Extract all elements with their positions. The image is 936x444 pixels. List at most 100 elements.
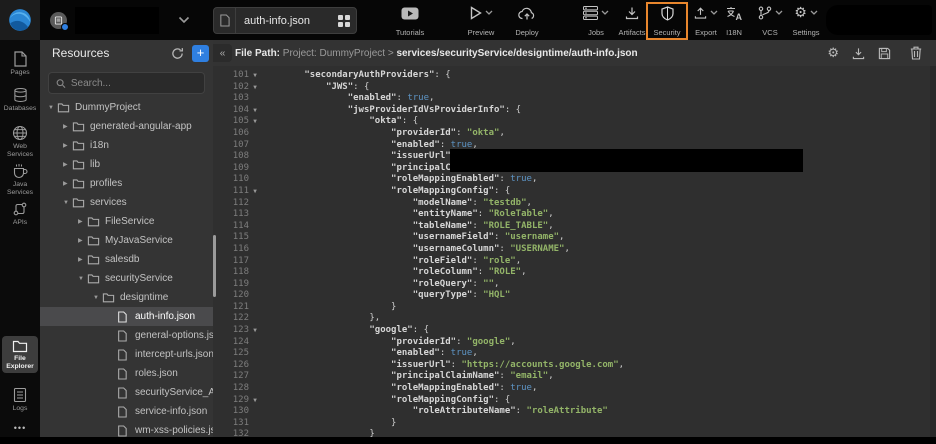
- project-chevron-down-icon[interactable]: [178, 16, 190, 24]
- sidebar-item-file-explorer[interactable]: File Explorer: [2, 336, 38, 373]
- fold-spacer: [249, 371, 261, 383]
- tree-item-FileService[interactable]: ▶ FileService: [40, 212, 213, 231]
- open-file-tab[interactable]: auth-info.json: [213, 7, 357, 34]
- fold-marker[interactable]: ▼: [249, 325, 261, 337]
- caret-right-icon[interactable]: ▶: [63, 142, 72, 149]
- redaction-box: [450, 149, 803, 172]
- tree-item-i18n[interactable]: ▶i18n: [40, 136, 213, 155]
- caret-down-icon[interactable]: ▼: [63, 200, 72, 206]
- code-text: "roleQuery": "",: [261, 279, 499, 291]
- editor-download-button[interactable]: [852, 47, 865, 60]
- add-resource-button[interactable]: +: [192, 45, 209, 62]
- toolbar-i18n-button[interactable]: A I18N: [718, 5, 750, 37]
- sidebar-item-web-services[interactable]: Web Services: [2, 122, 38, 161]
- toolbar-vcs-button[interactable]: VCS: [752, 5, 788, 37]
- tree-item-services[interactable]: ▼services: [40, 193, 213, 212]
- sidebar-more-button[interactable]: •••: [0, 423, 40, 433]
- tree-item-wm-xss-policies.json[interactable]: wm-xss-policies.json: [40, 421, 213, 437]
- file-icon: [117, 425, 130, 437]
- tree-item-securityService[interactable]: ▼securityService: [40, 269, 213, 288]
- toolbar-artifacts-button[interactable]: Artifacts: [612, 5, 652, 37]
- caret-right-icon[interactable]: ▶: [63, 123, 72, 130]
- caret-down-icon[interactable]: ▼: [48, 105, 57, 111]
- editor-save-button[interactable]: [878, 47, 891, 60]
- sidebar-item-databases[interactable]: Databases: [2, 84, 38, 116]
- tree-item-roles.json[interactable]: roles.json: [40, 364, 213, 383]
- fold-spacer: [249, 383, 261, 395]
- tree-item-MyJavaService[interactable]: ▶ MyJavaService: [40, 231, 213, 250]
- search-icon: [56, 78, 66, 89]
- tree-item-securityService_API.json[interactable]: securityService_API.json: [40, 383, 213, 402]
- toolbar-settings-button[interactable]: ⚙ Settings: [786, 5, 826, 37]
- sidebar-item-java-services[interactable]: Java Services: [2, 160, 38, 199]
- apis-icon: [12, 201, 28, 217]
- fold-marker[interactable]: ▼: [249, 116, 261, 128]
- toolbar-deploy-button[interactable]: Deploy: [504, 5, 550, 37]
- line-number: 122: [213, 313, 249, 325]
- folder-icon: [72, 140, 85, 151]
- tree-item-intercept-urls.json[interactable]: intercept-urls.json: [40, 345, 213, 364]
- editor-settings-button[interactable]: ⚙: [827, 46, 839, 61]
- caret-right-icon[interactable]: ▶: [63, 180, 72, 187]
- line-number: 108: [213, 151, 249, 163]
- caret-right-icon[interactable]: ▶: [78, 256, 87, 263]
- tree-item-auth-info.json[interactable]: auth-info.json: [40, 307, 213, 326]
- caret-right-icon[interactable]: ▶: [78, 218, 87, 225]
- caret-down-icon[interactable]: ▼: [93, 295, 102, 301]
- tree-item-service-info.json[interactable]: service-info.json: [40, 402, 213, 421]
- resources-scrollbar-thumb[interactable]: [213, 235, 216, 297]
- fold-spacer: [249, 337, 261, 349]
- tree-item-lib[interactable]: ▶lib: [40, 155, 213, 174]
- folder-icon: [57, 102, 70, 113]
- code-line: 102▼ "JWS": {: [213, 82, 936, 94]
- tree-item-general-options.json[interactable]: general-options.json: [40, 326, 213, 345]
- collapse-panel-button[interactable]: «: [213, 44, 232, 62]
- code-line: 113 "entityName": "RoleTable",: [213, 209, 936, 221]
- fold-marker[interactable]: ▼: [249, 186, 261, 198]
- code-text: "roleAttributeName": "roleAttribute": [261, 406, 608, 418]
- line-number: 118: [213, 267, 249, 279]
- fold-marker[interactable]: ▼: [249, 105, 261, 117]
- folder-icon: [87, 235, 100, 246]
- tree-item-DummyProject[interactable]: ▼DummyProject: [40, 98, 213, 117]
- tree-item-label: FileService: [105, 216, 154, 227]
- fold-marker[interactable]: ▼: [249, 70, 261, 82]
- tree-item-salesdb[interactable]: ▶salesdb: [40, 250, 213, 269]
- search-input[interactable]: [71, 78, 197, 89]
- folder-icon: [72, 121, 85, 132]
- code-text: "roleMappingConfig": {: [261, 186, 510, 198]
- toolbar-tutorials-button[interactable]: Tutorials: [388, 5, 432, 37]
- refresh-icon[interactable]: [168, 47, 186, 60]
- editor-delete-button[interactable]: [910, 46, 922, 60]
- grid-icon[interactable]: [332, 15, 356, 27]
- sidebar-item-apis[interactable]: APIs: [2, 198, 38, 230]
- toolbar-preview-button[interactable]: Preview: [458, 5, 504, 37]
- line-number: 119: [213, 279, 249, 291]
- line-number: 131: [213, 418, 249, 430]
- tree-item-profiles[interactable]: ▶profiles: [40, 174, 213, 193]
- project-avatar[interactable]: [50, 12, 67, 29]
- resources-search[interactable]: [48, 72, 205, 94]
- tree-item-label: MyJavaService: [105, 235, 173, 246]
- caret-right-icon[interactable]: ▶: [63, 161, 72, 168]
- toolbar-jobs-button[interactable]: Jobs: [576, 5, 616, 37]
- sidebar-item-logs[interactable]: Logs: [2, 384, 38, 416]
- tree-item-generated-angular-app[interactable]: ▶generated-angular-app: [40, 117, 213, 136]
- chevron-down-icon: [810, 10, 818, 16]
- fold-marker[interactable]: ▼: [249, 82, 261, 94]
- app-logo[interactable]: [0, 0, 40, 40]
- download-icon: [852, 47, 865, 60]
- sidebar-item-pages[interactable]: Pages: [2, 48, 38, 80]
- fold-spacer: [249, 302, 261, 314]
- editor-scrollbar[interactable]: [930, 66, 936, 437]
- caret-down-icon[interactable]: ▼: [78, 276, 87, 282]
- left-sidebar: Pages Databases Web Services Java Servic…: [0, 40, 40, 437]
- tree-item-designtime[interactable]: ▼designtime: [40, 288, 213, 307]
- code-text: }: [261, 302, 396, 314]
- save-icon: [878, 47, 891, 60]
- caret-right-icon[interactable]: ▶: [78, 237, 87, 244]
- code-editor[interactable]: 101▼ "secondaryAuthProviders": {102▼ "JW…: [213, 66, 936, 437]
- toolbar-security-button[interactable]: Security: [649, 5, 685, 37]
- fold-spacer: [249, 313, 261, 325]
- fold-marker[interactable]: ▼: [249, 395, 261, 407]
